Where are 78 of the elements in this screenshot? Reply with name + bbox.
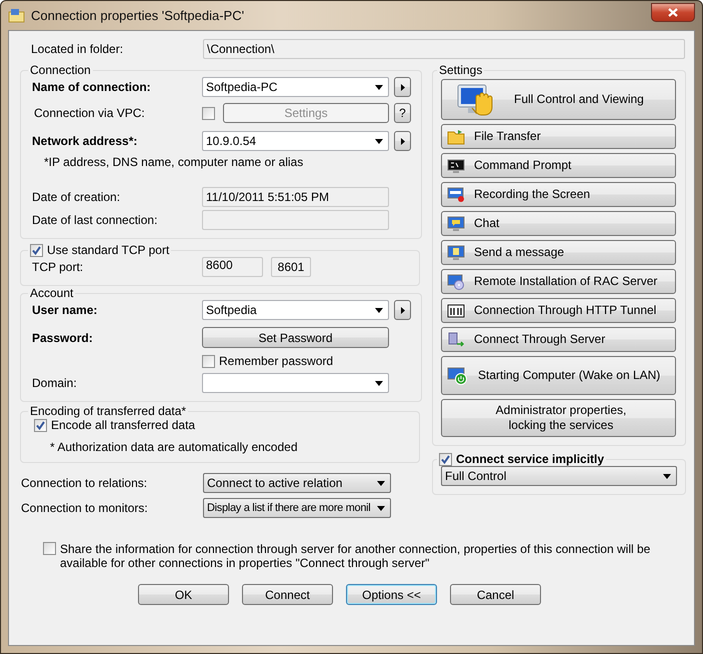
service-button[interactable]: Command Prompt xyxy=(441,153,676,178)
creation-date-field: 11/10/2011 5:51:05 PM xyxy=(202,187,389,207)
field-label: Connection to relations: xyxy=(21,476,148,490)
dialog-button[interactable]: Connect xyxy=(242,584,333,605)
relations-dropdown[interactable]: Connect to active relation xyxy=(203,473,391,493)
group-title: Account xyxy=(29,286,74,300)
field-label: Connection to monitors: xyxy=(21,501,149,515)
console-icon xyxy=(447,158,465,174)
checkbox[interactable] xyxy=(43,542,56,555)
connection-name-dropdown[interactable]: Softpedia-PC xyxy=(202,77,389,97)
network-address-dropdown[interactable]: 10.9.0.54 xyxy=(202,131,389,151)
message-monitor-icon xyxy=(447,244,465,260)
service-button[interactable]: Administrator properties, locking the services xyxy=(441,399,676,437)
set-password-button[interactable]: Set Password xyxy=(202,327,389,348)
triangle-icon xyxy=(400,84,404,90)
arrow-button[interactable] xyxy=(394,300,411,320)
field-label: Password: xyxy=(32,330,94,344)
dialog-button[interactable]: Options << xyxy=(346,584,437,605)
service-button[interactable]: Starting Computer (Wake on LAN) xyxy=(441,356,676,395)
checkbox-label: Remember password xyxy=(219,354,334,368)
service-button[interactable]: Send a message xyxy=(441,240,676,265)
folder-field: \Connection\ xyxy=(203,39,685,59)
group-title: Connection xyxy=(29,63,92,77)
recording-monitor-icon xyxy=(447,186,465,202)
close-icon xyxy=(668,8,678,17)
hint-text: *IP address, DNS name, computer name or alias xyxy=(43,155,304,169)
arrow-button[interactable] xyxy=(394,131,411,151)
caret-icon xyxy=(377,480,385,486)
folder-icon xyxy=(447,128,465,144)
service-button[interactable]: Connect Through Server xyxy=(441,327,676,352)
caret-icon xyxy=(375,380,383,386)
service-button[interactable]: Recording the Screen xyxy=(441,182,676,207)
group-title: Encoding of transferred data* xyxy=(29,404,188,418)
checkbox[interactable] xyxy=(34,418,47,432)
field-label: Connection via VPC: xyxy=(33,106,146,120)
checkbox[interactable] xyxy=(439,452,452,466)
server-icon xyxy=(447,332,465,348)
app-icon xyxy=(8,8,25,23)
window-title: Connection properties 'Softpedia-PC' xyxy=(31,8,244,23)
power-monitor-icon xyxy=(447,366,469,384)
field-label: Network address*: xyxy=(32,134,138,148)
caret-icon xyxy=(663,474,671,478)
dialog-button[interactable]: OK xyxy=(138,584,229,605)
field-label: Date of creation: xyxy=(32,190,122,204)
dialog-button[interactable]: Cancel xyxy=(450,584,541,605)
caret-icon xyxy=(375,138,383,144)
group-title: Settings xyxy=(438,63,484,77)
note-text: * Authorization data are automatically encoded xyxy=(49,440,298,454)
field-label: Domain: xyxy=(32,376,78,390)
checkbox-label: Encode all transferred data xyxy=(51,418,196,432)
service-button[interactable]: Chat xyxy=(441,211,676,236)
checkbox[interactable] xyxy=(30,244,43,256)
share-text: Share the information for connection through server for another connection, properties of this connection will be available for other connections in properties "Connect through server" xyxy=(60,542,652,570)
caret-icon xyxy=(377,506,385,510)
arrow-button[interactable] xyxy=(394,77,411,97)
monitor-disc-icon xyxy=(447,274,465,290)
field-label: Date of last connection: xyxy=(32,213,158,227)
field-label: User name: xyxy=(32,303,98,317)
field-label: Located in folder: xyxy=(31,42,124,56)
field-label: TCP port: xyxy=(32,260,84,274)
triangle-icon xyxy=(400,138,404,144)
caret-icon xyxy=(375,84,383,90)
close-button[interactable] xyxy=(651,3,695,22)
user-name-dropdown[interactable]: Softpedia xyxy=(202,300,389,320)
monitors-dropdown[interactable]: Display a list if there are more monil xyxy=(203,498,391,518)
port-field: 8601 xyxy=(271,257,311,277)
port-field: 8600 xyxy=(202,257,263,277)
service-button[interactable]: Full Control and Viewing xyxy=(441,79,676,120)
service-dropdown[interactable]: Full Control xyxy=(441,466,677,486)
tunnel-icon xyxy=(447,302,465,318)
chat-monitor-icon xyxy=(447,216,465,232)
service-button[interactable]: Connection Through HTTP Tunnel xyxy=(441,298,676,323)
field-label: Name of connection: xyxy=(32,80,152,94)
checkbox[interactable] xyxy=(202,354,215,368)
caret-icon xyxy=(375,308,383,312)
service-button[interactable]: Remote Installation of RAC Server xyxy=(441,269,676,294)
service-button[interactable]: File Transfer xyxy=(441,124,676,149)
triangle-icon xyxy=(400,306,404,314)
